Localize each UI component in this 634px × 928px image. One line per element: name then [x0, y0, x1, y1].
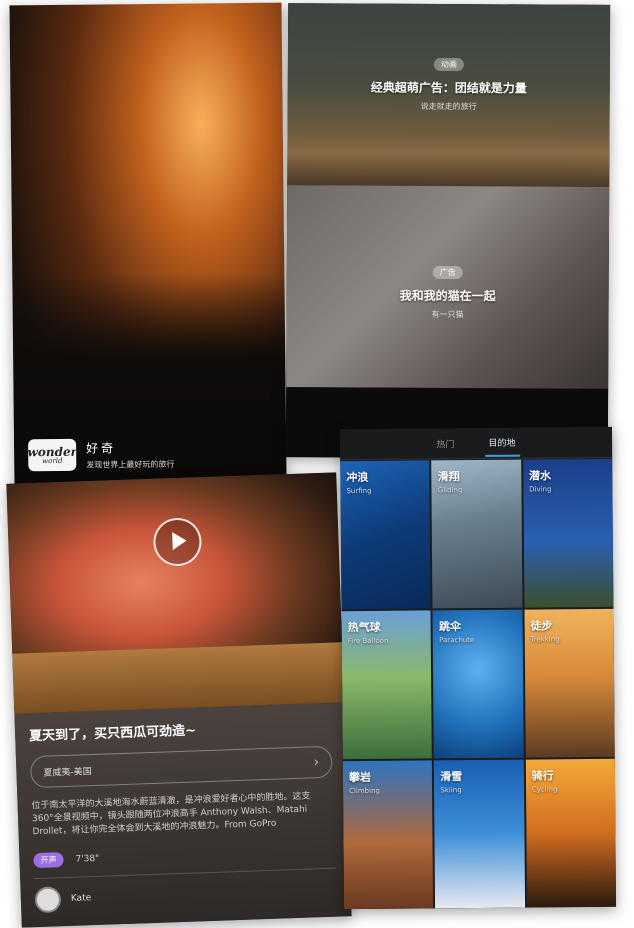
- video-description: 位于南太平洋的大溪地海水蔚蓝清澈，是冲浪爱好者心中的胜地。这支 360°全景视频…: [31, 791, 311, 838]
- tile-label: 攀岩: [348, 770, 372, 785]
- tile-label: 滑雪: [440, 770, 463, 784]
- feed-title: 经典超萌广告：团结就是力量: [370, 80, 527, 96]
- tile-climbing[interactable]: 攀岩 Climbing: [342, 760, 434, 910]
- category-pill: 动画: [433, 57, 464, 72]
- location-text: 夏威夷-美国: [43, 766, 92, 779]
- brand-tagline: 发现世界上最好玩的旅行: [86, 459, 175, 470]
- wonder-world-logo: wonder world: [27, 438, 77, 472]
- tile-label: 骑行: [531, 769, 554, 783]
- feed-title: 我和我的猫在一起: [399, 288, 496, 304]
- feed-overlay: 动画 经典超萌广告：团结就是力量 说走就走的旅行: [288, 51, 610, 113]
- video-detail-card: 夏天到了，买只西瓜可劲造~ 夏威夷-美国 › 位于南太平洋的大溪地海水蔚蓝清澈，…: [6, 472, 352, 928]
- feed-item-cat[interactable]: 广告 我和我的猫在一起 有一只猫: [286, 185, 610, 389]
- tile-trekking[interactable]: 徒步 Trekking: [524, 608, 615, 758]
- video-hero[interactable]: [6, 472, 345, 714]
- tab-popular[interactable]: 热门: [432, 431, 458, 456]
- tab-bar: 热门 目的地: [339, 426, 613, 461]
- user-row[interactable]: Kate: [34, 877, 337, 914]
- play-icon[interactable]: [152, 517, 203, 567]
- feed-overlay: 广告 我和我的猫在一起 有一只猫: [287, 259, 609, 321]
- tab-destination[interactable]: 目的地: [484, 429, 520, 457]
- tile-gliding[interactable]: 滑翔 Gliding: [431, 459, 523, 609]
- tile-surfing[interactable]: 冲浪 Surfing: [340, 460, 431, 610]
- video-duration: 7'38": [75, 853, 100, 865]
- logo-text-2: world: [42, 456, 63, 465]
- video-info: 夏天到了，买只西瓜可劲造~ 夏威夷-美国 › 位于南太平洋的大溪地海水蔚蓝清澈，…: [14, 702, 352, 928]
- video-meta: 开声 7'38": [33, 843, 335, 869]
- brand-name: 好奇: [86, 440, 117, 456]
- avatar[interactable]: [34, 886, 62, 914]
- brand-block: wonder world 好奇 发现世界上最好玩的旅行: [27, 438, 174, 472]
- location-row[interactable]: 夏威夷-美国 ›: [29, 745, 333, 789]
- destinations-card: 热门 目的地 冲浪 Surfing 滑翔 Gliding 潜水 Diving 热…: [339, 426, 617, 910]
- cover-card[interactable]: wonder world 好奇 发现世界上最好玩的旅行: [9, 2, 287, 486]
- feed-item-ants[interactable]: 动画 经典超萌广告：团结就是力量 说走就走的旅行: [287, 3, 611, 187]
- user-name: Kate: [70, 893, 92, 904]
- sound-tag[interactable]: 开声: [33, 852, 64, 869]
- tile-sublabel: Trekking: [530, 635, 560, 644]
- tile-sublabel: Parachute: [439, 636, 475, 645]
- tile-sublabel: Fire Balloon: [347, 636, 389, 646]
- tile-sublabel: Diving: [529, 485, 552, 494]
- tile-label: 跳伞: [438, 620, 462, 634]
- tile-label: 徒步: [530, 619, 553, 633]
- category-pill: 广告: [432, 265, 463, 280]
- tile-sublabel: Surfing: [346, 486, 372, 496]
- tile-skiing[interactable]: 滑雪 Skiing: [434, 759, 525, 909]
- tile-label: 热气球: [347, 620, 381, 635]
- tile-sublabel: Climbing: [349, 786, 380, 796]
- tile-parachute[interactable]: 跳伞 Parachute: [432, 609, 524, 759]
- brand-text: 好奇 发现世界上最好玩的旅行: [86, 438, 174, 470]
- tile-sublabel: Gliding: [437, 486, 463, 495]
- tile-label: 滑翔: [437, 470, 460, 484]
- tile-cycling[interactable]: 骑行 Cycling: [525, 758, 617, 908]
- logo-text-1: wonder: [27, 444, 77, 459]
- feed-subtitle: 有一只猫: [431, 309, 464, 320]
- video-title: 夏天到了，买只西瓜可劲造~: [28, 723, 197, 745]
- tile-label: 冲浪: [346, 470, 369, 485]
- tile-label: 潜水: [528, 469, 552, 483]
- chevron-right-icon: ›: [313, 754, 320, 771]
- tile-fire-balloon[interactable]: 热气球 Fire Balloon: [341, 610, 433, 760]
- feed-card: 动画 经典超萌广告：团结就是力量 说走就走的旅行 广告 我和我的猫在一起 有一只…: [285, 3, 611, 459]
- tile-sublabel: Cycling: [531, 785, 558, 794]
- tile-sublabel: Skiing: [440, 786, 462, 795]
- activity-grid: 冲浪 Surfing 滑翔 Gliding 潜水 Diving 热气球 Fire…: [340, 458, 617, 910]
- feed-subtitle: 说走就走的旅行: [420, 101, 477, 112]
- tile-diving[interactable]: 潜水 Diving: [522, 458, 614, 608]
